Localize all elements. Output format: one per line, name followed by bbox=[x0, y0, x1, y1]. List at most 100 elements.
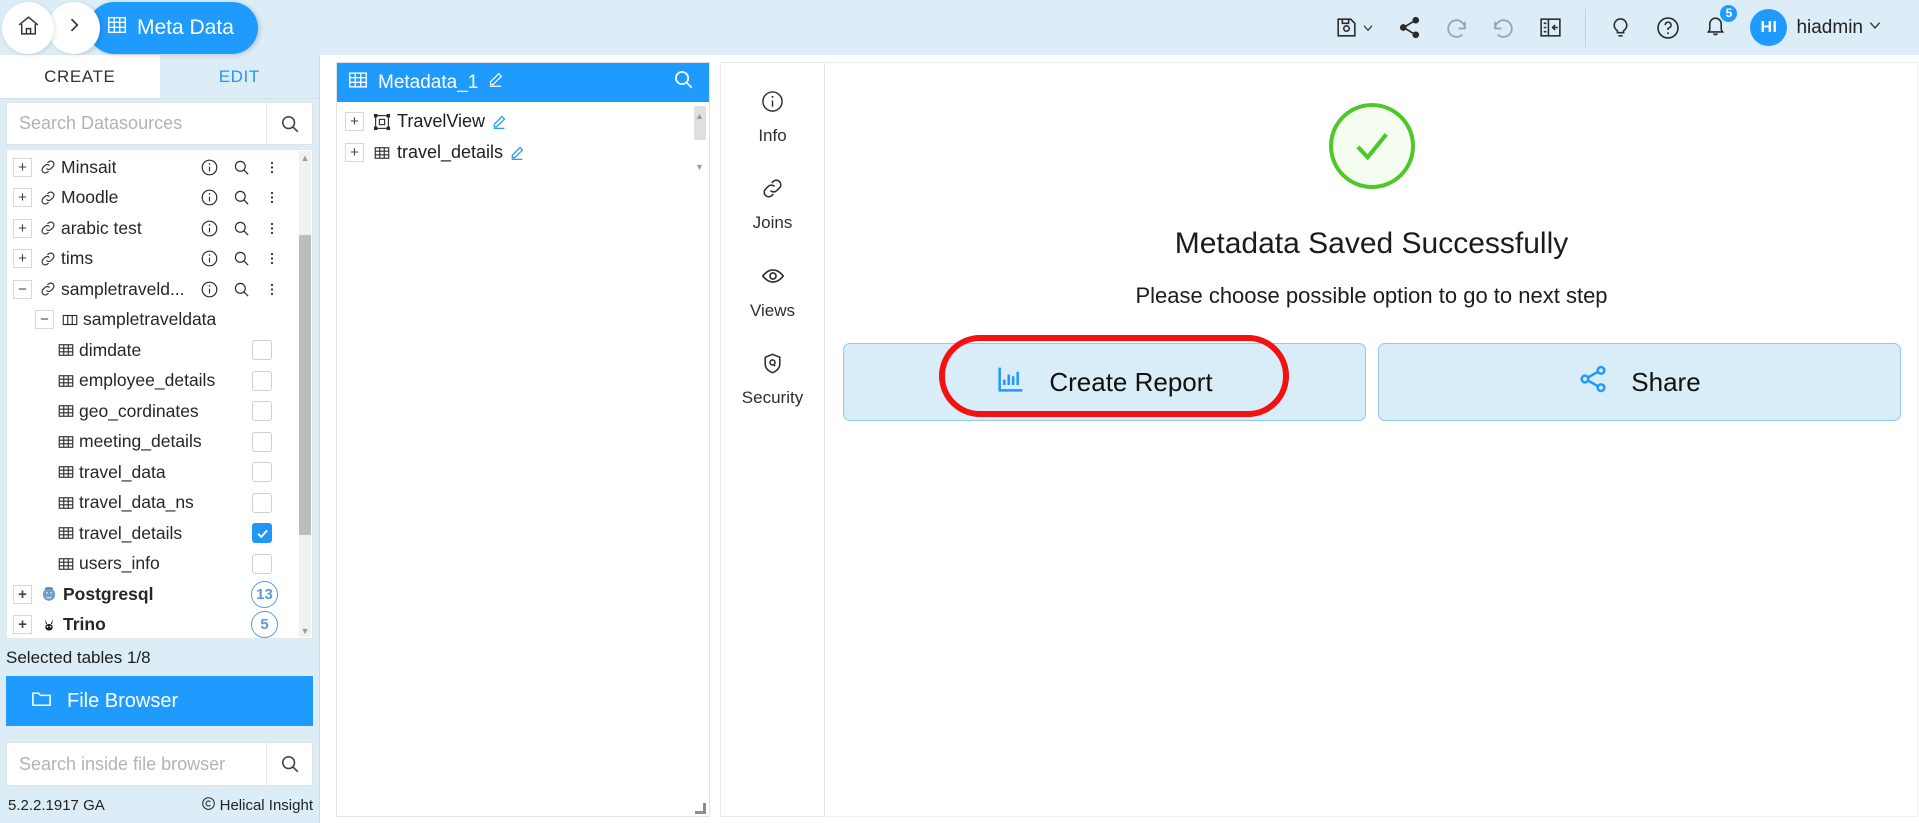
metadata-tree-row-label: travel_details bbox=[397, 142, 504, 162]
info-icon[interactable] bbox=[200, 158, 219, 177]
file-browser-search-input[interactable] bbox=[7, 743, 266, 785]
search-icon[interactable] bbox=[232, 280, 251, 299]
datasource-tree-row[interactable]: users_info bbox=[7, 549, 312, 580]
table-checkbox[interactable] bbox=[252, 523, 272, 544]
kebab-menu-icon[interactable] bbox=[264, 188, 280, 207]
row-actions: 13 bbox=[251, 580, 278, 608]
table-checkbox[interactable] bbox=[252, 431, 272, 452]
row-actions bbox=[252, 492, 272, 513]
nav-item-info[interactable]: Info bbox=[721, 77, 824, 164]
scroll-down-icon[interactable]: ▼ bbox=[695, 162, 704, 172]
nav-item-joins[interactable]: Joins bbox=[721, 164, 824, 251]
search-icon[interactable] bbox=[232, 158, 251, 177]
view-icon bbox=[373, 113, 391, 131]
notification-count-badge: 5 bbox=[1719, 3, 1739, 23]
nav-item-views[interactable]: Views bbox=[721, 251, 824, 339]
datasource-tree-row[interactable]: travel_data bbox=[7, 457, 312, 488]
kebab-menu-icon[interactable] bbox=[264, 219, 280, 238]
notifications-button[interactable]: 5 bbox=[1703, 3, 1739, 43]
scroll-up-button[interactable]: ▲ bbox=[299, 151, 311, 164]
datasource-tree-row[interactable]: − sampletraveldata bbox=[7, 305, 312, 336]
datasource-tree: + Minsait + Moodle + arabic test + tims − samplet… bbox=[6, 149, 313, 639]
info-icon[interactable] bbox=[200, 249, 219, 268]
info-icon[interactable] bbox=[200, 280, 219, 299]
datasource-tree-row[interactable]: geo_cordinates bbox=[7, 396, 312, 427]
kebab-menu-icon[interactable] bbox=[264, 280, 280, 299]
scroll-up-icon[interactable]: ▲ bbox=[695, 111, 704, 121]
search-datasources-input[interactable] bbox=[7, 103, 266, 144]
tab-edit[interactable]: EDIT bbox=[159, 55, 319, 99]
tree-expander[interactable]: + bbox=[13, 188, 32, 208]
info-icon[interactable] bbox=[200, 188, 219, 207]
search-icon[interactable] bbox=[232, 188, 251, 207]
undo-icon[interactable] bbox=[1444, 15, 1469, 40]
info-icon[interactable] bbox=[200, 219, 219, 238]
table-checkbox[interactable] bbox=[252, 553, 272, 574]
main-content: Metadata Saved Successfully Please choos… bbox=[826, 62, 1918, 817]
help-icon[interactable] bbox=[1655, 15, 1681, 41]
page-title: Metadata Saved Successfully bbox=[1174, 227, 1569, 260]
scroll-thumb[interactable] bbox=[299, 235, 311, 535]
nav-item-security[interactable]: Security bbox=[721, 339, 824, 426]
table-checkbox[interactable] bbox=[252, 492, 272, 513]
datasource-tree-row-label: arabic test bbox=[61, 217, 142, 238]
datasource-tree-row[interactable]: + Trino 5 bbox=[7, 610, 312, 638]
table-checkbox[interactable] bbox=[252, 340, 272, 361]
datasource-tree-scrollbar[interactable]: ▲ ▼ bbox=[299, 151, 311, 637]
datasource-tree-row[interactable]: + arabic test bbox=[7, 213, 312, 244]
datasource-tree-row[interactable]: + tims bbox=[7, 244, 312, 275]
table-checkbox[interactable] bbox=[252, 370, 272, 391]
metadata-tree-row[interactable]: + travel_details bbox=[337, 137, 709, 168]
panel-resize-handle[interactable] bbox=[695, 803, 706, 814]
search-icon[interactable] bbox=[266, 103, 312, 144]
file-browser-button[interactable]: File Browser bbox=[6, 676, 313, 726]
share-icon[interactable] bbox=[1397, 15, 1422, 40]
tree-expander[interactable]: + bbox=[13, 615, 32, 635]
breadcrumb: Meta Data bbox=[0, 0, 258, 55]
save-icon[interactable] bbox=[1334, 15, 1375, 40]
table-checkbox[interactable] bbox=[252, 462, 272, 483]
tree-expander[interactable]: − bbox=[35, 310, 54, 330]
metadata-scrollbar[interactable]: ▲ ▼ bbox=[693, 106, 707, 814]
breadcrumb-separator-button[interactable] bbox=[48, 1, 100, 54]
datasource-tree-row[interactable]: travel_details bbox=[7, 518, 312, 549]
tree-expander[interactable]: + bbox=[13, 218, 32, 238]
tree-expander[interactable]: + bbox=[345, 112, 364, 131]
pencil-icon[interactable] bbox=[487, 71, 504, 94]
share-button[interactable]: Share bbox=[1377, 343, 1901, 421]
user-menu[interactable]: HI hiadmin bbox=[1750, 9, 1897, 46]
tree-expander[interactable]: − bbox=[13, 279, 32, 299]
datasource-tree-row[interactable]: + Moodle bbox=[7, 183, 312, 214]
collapse-panel-icon[interactable] bbox=[1538, 15, 1563, 40]
datasource-tree-row[interactable]: meeting_details bbox=[7, 427, 312, 458]
breadcrumb-current-item[interactable]: Meta Data bbox=[88, 1, 258, 54]
pencil-icon[interactable] bbox=[509, 145, 525, 161]
tree-expander[interactable]: + bbox=[345, 143, 364, 162]
tree-expander[interactable]: + bbox=[13, 584, 32, 604]
table-checkbox[interactable] bbox=[252, 401, 272, 422]
search-icon[interactable] bbox=[232, 219, 251, 238]
lightbulb-icon[interactable] bbox=[1608, 15, 1633, 40]
pencil-icon[interactable] bbox=[491, 114, 507, 130]
datasource-tree-row[interactable]: + Minsait bbox=[7, 152, 312, 183]
scroll-down-button[interactable]: ▼ bbox=[299, 624, 311, 637]
redo-icon[interactable] bbox=[1491, 15, 1516, 40]
tree-expander[interactable]: + bbox=[13, 157, 32, 177]
breadcrumb-home-button[interactable] bbox=[2, 1, 54, 54]
datasource-tree-row[interactable]: − sampletraveld... bbox=[7, 274, 312, 305]
datasource-tree-row[interactable]: employee_details bbox=[7, 366, 312, 397]
datasource-tree-row[interactable]: + Postgresql 13 bbox=[7, 579, 312, 610]
tab-create[interactable]: CREATE bbox=[0, 55, 160, 99]
search-icon[interactable] bbox=[266, 743, 312, 785]
metadata-tree-row[interactable]: + TravelView bbox=[337, 106, 709, 137]
kebab-menu-icon[interactable] bbox=[264, 249, 280, 268]
chevron-right-icon bbox=[64, 15, 84, 40]
kebab-menu-icon[interactable] bbox=[264, 158, 280, 177]
datasource-tree-row[interactable]: dimdate bbox=[7, 335, 312, 366]
table-icon bbox=[373, 144, 391, 162]
tree-expander[interactable]: + bbox=[13, 249, 32, 269]
search-icon[interactable] bbox=[672, 68, 695, 97]
create-report-button[interactable]: Create Report bbox=[842, 335, 1366, 421]
datasource-tree-row[interactable]: travel_data_ns bbox=[7, 488, 312, 519]
search-icon[interactable] bbox=[232, 249, 251, 268]
